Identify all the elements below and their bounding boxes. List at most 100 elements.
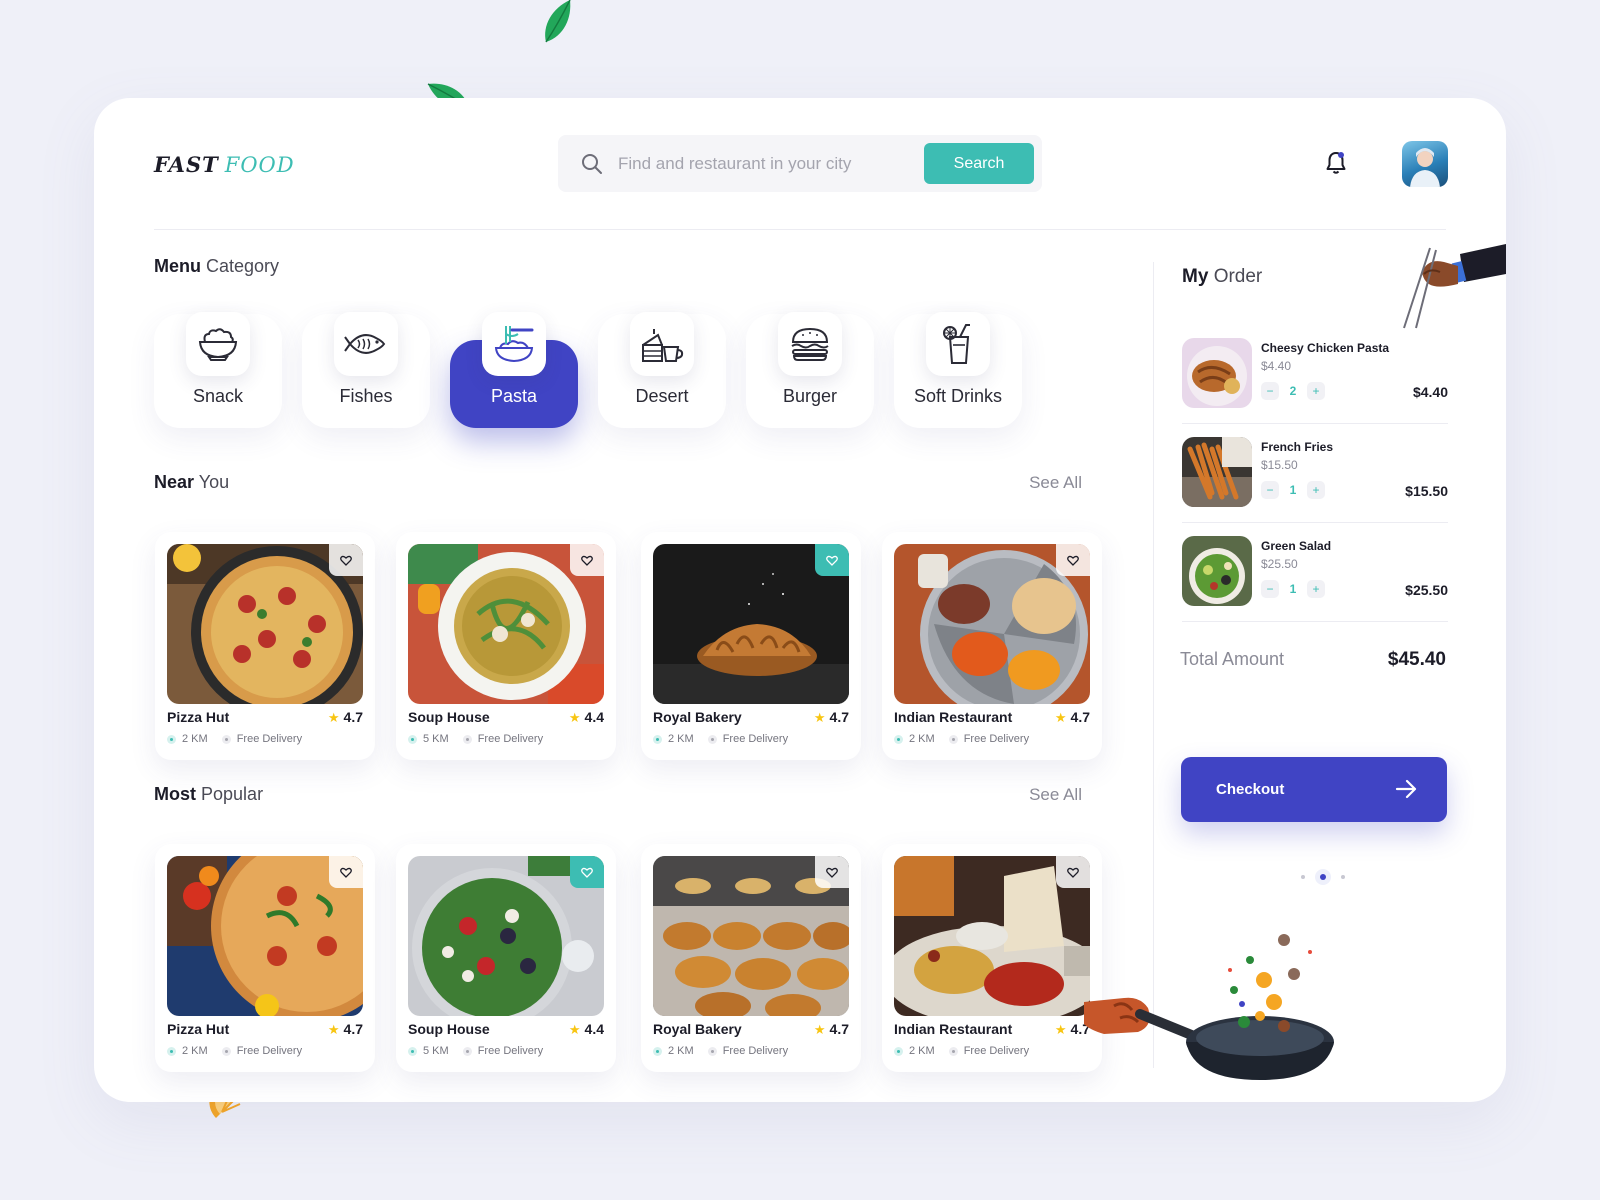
location-icon xyxy=(167,1046,176,1056)
cake-coffee-icon xyxy=(642,329,684,362)
page-dot-active[interactable] xyxy=(1315,869,1331,885)
category-icon-wrap xyxy=(926,312,990,376)
category-snack[interactable]: Snack xyxy=(154,312,282,428)
category-icon-wrap xyxy=(186,312,250,376)
delivery-label: Free Delivery xyxy=(477,733,544,745)
category-burger[interactable]: Burger xyxy=(746,312,874,428)
rating-value: 4.7 xyxy=(829,1021,849,1037)
star-icon: ★ xyxy=(1054,710,1067,725)
distance: 2 KM xyxy=(909,733,935,745)
category-icon-wrap xyxy=(630,312,694,376)
restaurant-card[interactable]: Pizza Hut ★ 4.7 2 KM Free Delivery xyxy=(155,844,375,1072)
restaurant-rating: ★ 4.7 xyxy=(814,709,849,726)
quantity-value: 1 xyxy=(1289,582,1297,596)
leaf-decoration xyxy=(545,0,571,43)
restaurant-card[interactable]: Pizza Hut ★ 4.7 2 KM Free Delivery xyxy=(155,532,375,760)
restaurant-rating: ★ 4.4 xyxy=(569,709,604,726)
category-label: Burger xyxy=(782,386,838,406)
menu-title-rest: Category xyxy=(206,256,280,276)
quantity-stepper: − 1 + xyxy=(1261,481,1325,499)
increase-qty-button[interactable]: + xyxy=(1307,580,1325,598)
bell-icon[interactable] xyxy=(1324,150,1348,176)
restaurant-card[interactable]: Indian Restaurant ★ 4.7 2 KM Free Delivery xyxy=(882,532,1102,760)
delivery-icon xyxy=(948,734,958,744)
restaurant-meta: 2 KM Free Delivery xyxy=(894,733,1029,745)
order-item-price: $15.50 xyxy=(1261,458,1298,472)
category-soft-drinks[interactable]: Soft Drinks xyxy=(894,312,1022,428)
favorite-toggle[interactable] xyxy=(1056,544,1090,576)
page-dot[interactable] xyxy=(1301,875,1305,879)
delivery-icon xyxy=(221,734,231,744)
restaurant-rating: ★ 4.4 xyxy=(569,1021,604,1038)
near-see-all-link[interactable]: See All xyxy=(1029,473,1082,493)
restaurant-meta: 2 KM Free Delivery xyxy=(894,1045,1029,1057)
heart-icon xyxy=(340,555,352,566)
order-item-image xyxy=(1182,338,1252,408)
restaurant-card[interactable]: Indian Restaurant ★ 4.7 2 KM Free Delivery xyxy=(882,844,1102,1072)
arrow-right-icon xyxy=(1395,779,1417,799)
search-button[interactable]: Search xyxy=(924,143,1034,184)
restaurant-meta: 2 KM Free Delivery xyxy=(653,733,788,745)
restaurant-card[interactable]: Soup House ★ 4.4 5 KM Free Delivery xyxy=(396,532,616,760)
burger-icon xyxy=(791,327,829,361)
delivery-label: Free Delivery xyxy=(236,733,303,745)
heart-icon xyxy=(581,867,593,878)
chopsticks-hand-illustration xyxy=(1403,244,1506,329)
avatar-image xyxy=(1410,148,1440,187)
distance: 2 KM xyxy=(909,1045,935,1057)
rating-value: 4.7 xyxy=(1070,709,1090,725)
restaurant-name: Soup House xyxy=(408,709,490,725)
order-item: Cheesy Chicken Pasta $4.40 − 2 + $4.40 xyxy=(1182,338,1448,408)
favorite-toggle[interactable] xyxy=(570,544,604,576)
order-item: French Fries $15.50 − 1 + $15.50 xyxy=(1182,437,1448,507)
favorite-toggle[interactable] xyxy=(1056,856,1090,888)
star-icon: ★ xyxy=(568,1022,581,1037)
restaurant-meta: 5 KM Free Delivery xyxy=(408,733,543,745)
heart-icon xyxy=(826,867,838,878)
location-icon xyxy=(408,1046,417,1056)
location-icon xyxy=(167,734,176,744)
order-divider xyxy=(1182,423,1448,424)
order-item: Green Salad $25.50 − 1 + $25.50 xyxy=(1182,536,1448,606)
favorite-toggle[interactable] xyxy=(815,856,849,888)
favorite-toggle[interactable] xyxy=(329,544,363,576)
favorite-toggle[interactable] xyxy=(329,856,363,888)
distance: 2 KM xyxy=(182,1045,208,1057)
distance: 2 KM xyxy=(668,1045,694,1057)
order-item-total: $4.40 xyxy=(1412,384,1448,400)
quantity-value: 1 xyxy=(1289,483,1297,497)
page-dot[interactable] xyxy=(1341,875,1345,879)
restaurant-name: Indian Restaurant xyxy=(894,1021,1013,1037)
search-bar: Search xyxy=(558,135,1042,192)
checkout-label: Checkout xyxy=(1216,781,1285,798)
restaurant-card[interactable]: Royal Bakery ★ 4.7 2 KM Free Delivery xyxy=(641,844,861,1072)
decrease-qty-button[interactable]: − xyxy=(1261,382,1279,400)
restaurant-card[interactable]: Royal Bakery ★ 4.7 2 KM Free Delivery xyxy=(641,532,861,760)
star-icon: ★ xyxy=(327,710,340,725)
user-avatar[interactable] xyxy=(1402,141,1448,187)
category-icon-wrap xyxy=(778,312,842,376)
decrease-qty-button[interactable]: − xyxy=(1261,580,1279,598)
most-popular-title: Most Popular xyxy=(154,784,263,805)
restaurant-name: Pizza Hut xyxy=(167,1021,230,1037)
increase-qty-button[interactable]: + xyxy=(1307,481,1325,499)
search-input[interactable] xyxy=(618,149,918,179)
decrease-qty-button[interactable]: − xyxy=(1261,481,1279,499)
drink-icon xyxy=(943,324,970,364)
favorite-toggle[interactable] xyxy=(570,856,604,888)
delivery-label: Free Delivery xyxy=(963,1045,1030,1057)
checkout-button[interactable]: Checkout xyxy=(1181,757,1447,822)
increase-qty-button[interactable]: + xyxy=(1307,382,1325,400)
category-pasta[interactable]: Pasta xyxy=(450,312,578,428)
popular-see-all-link[interactable]: See All xyxy=(1029,785,1082,805)
category-fishes[interactable]: Fishes xyxy=(302,312,430,428)
category-label: Snack xyxy=(192,386,244,406)
category-desert[interactable]: Desert xyxy=(598,312,726,428)
brand-logo[interactable]: FAST FOOD xyxy=(154,152,295,177)
restaurant-card[interactable]: Soup House ★ 4.4 5 KM Free Delivery xyxy=(396,844,616,1072)
menu-category-title: Menu Category xyxy=(154,256,279,277)
favorite-toggle[interactable] xyxy=(815,544,849,576)
heart-icon xyxy=(1067,867,1079,878)
location-icon xyxy=(894,1046,903,1056)
restaurant-rating: ★ 4.7 xyxy=(328,709,363,726)
